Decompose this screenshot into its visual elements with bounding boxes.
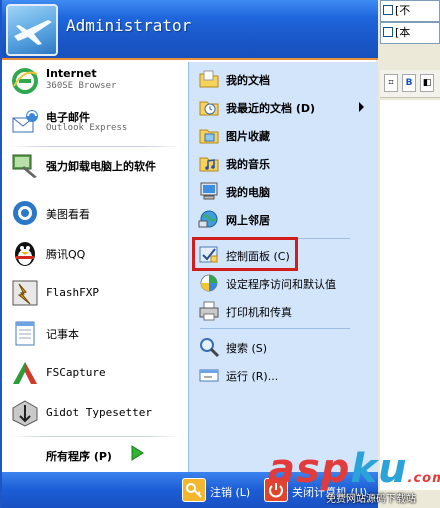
logoff-button[interactable]: 注销 (L) xyxy=(182,478,262,504)
pinned-item-email[interactable]: 电子邮件 Outlook Express xyxy=(6,104,186,144)
program-item-flashfxp[interactable]: FlashFXP xyxy=(6,274,186,312)
highlight-box xyxy=(192,237,298,271)
green-arrow-icon xyxy=(131,445,144,461)
qq-penguin-icon xyxy=(15,242,35,266)
my-pictures-icon xyxy=(199,129,219,144)
place-label: 图片收藏 xyxy=(226,130,270,143)
program-label: 强力卸载电脑上的软件 xyxy=(46,160,156,173)
divider xyxy=(200,328,350,329)
background-toolbar: ⌗ B ◧ xyxy=(380,70,440,98)
program-item-gidot[interactable]: Gidot Typesetter xyxy=(6,394,186,432)
key-icon xyxy=(182,478,206,502)
run-icon xyxy=(199,369,219,382)
tool-item-search[interactable]: 搜索 (S) xyxy=(194,334,372,360)
place-item-recent-documents[interactable]: 我最近的文档 (D) xyxy=(194,94,372,120)
place-item-network-places[interactable]: 网上邻居 xyxy=(194,206,372,232)
background-document-area xyxy=(380,100,440,490)
user-avatar[interactable] xyxy=(6,4,58,56)
my-music-icon xyxy=(199,157,219,172)
watermark-logo: aspku.com xyxy=(268,446,440,492)
system-item-program-access[interactable]: 设定程序访问和默认值 xyxy=(194,270,372,296)
tool-label: 搜索 (S) xyxy=(226,342,268,355)
place-label: 我的文档 xyxy=(226,74,270,87)
place-label: 网上邻居 xyxy=(226,214,270,227)
meitu-viewer-icon xyxy=(13,201,37,225)
program-item-notepad[interactable]: 记事本 xyxy=(6,314,186,352)
gidot-typesetter-icon xyxy=(12,400,38,427)
place-label: 我的电脑 xyxy=(226,186,270,199)
my-computer-icon xyxy=(200,182,218,200)
program-access-icon xyxy=(200,274,218,292)
pinned-name: Internet xyxy=(46,67,97,80)
recent-documents-icon xyxy=(199,101,219,116)
program-item-fscapture[interactable]: FSCapture xyxy=(6,354,186,392)
place-item-my-documents[interactable]: 我的文档 xyxy=(194,66,372,92)
screenshot-root: [不 [本 ⌗ B ◧ Administrator Internet 360SE… xyxy=(0,0,440,508)
program-label: 腾讯QQ xyxy=(46,248,86,261)
system-label: 打印机和传真 xyxy=(226,306,292,319)
place-label: 我最近的文档 (D) xyxy=(226,102,316,115)
program-label: FSCapture xyxy=(46,366,106,379)
tool-item-run[interactable]: 运行 (R)... xyxy=(194,362,372,388)
logoff-label: 注销 (L) xyxy=(210,486,251,499)
my-documents-icon xyxy=(199,70,219,88)
program-item-uninstaller[interactable]: 强力卸载电脑上的软件 xyxy=(6,146,186,184)
checkbox-icon[interactable] xyxy=(383,5,393,15)
network-places-icon xyxy=(198,210,218,228)
program-item-meitu[interactable]: 美图看看 xyxy=(6,194,186,232)
background-checkbox-row-2[interactable]: [本 xyxy=(380,22,440,44)
search-icon xyxy=(200,338,220,358)
pinned-sub: Outlook Express xyxy=(46,123,128,133)
start-menu: Administrator Internet 360SE Browser 电子邮… xyxy=(0,0,378,508)
ie-browser-icon xyxy=(12,68,38,94)
program-label: 记事本 xyxy=(46,328,79,341)
airplane-icon xyxy=(14,20,52,45)
system-item-printers[interactable]: 打印机和传真 xyxy=(194,298,372,324)
background-checkbox-row-1[interactable]: [不 xyxy=(380,0,440,22)
place-item-my-computer[interactable]: 我的电脑 xyxy=(194,178,372,204)
watermark-subtitle: 免费网站源码下载站 xyxy=(326,494,416,505)
uninstaller-icon xyxy=(12,154,37,178)
program-label: Gidot Typesetter xyxy=(46,406,152,419)
site-watermark: aspku.com 免费网站源码下载站 xyxy=(262,446,440,508)
outlook-express-icon xyxy=(12,110,38,133)
toolbar-icon[interactable]: B xyxy=(402,74,416,92)
fscapture-icon xyxy=(13,362,37,384)
notepad-icon xyxy=(15,321,35,346)
toolbar-icon[interactable]: ⌗ xyxy=(384,74,398,92)
tool-label: 运行 (R)... xyxy=(226,370,279,383)
divider xyxy=(10,436,180,437)
submenu-arrow-icon xyxy=(359,102,364,112)
all-programs-button[interactable]: 所有程序 (P) xyxy=(6,440,186,468)
start-menu-header: Administrator xyxy=(2,0,378,60)
program-label: FlashFXP xyxy=(46,286,99,299)
pinned-sub: 360SE Browser xyxy=(46,81,117,91)
all-programs-label: 所有程序 (P) xyxy=(46,450,112,463)
place-label: 我的音乐 xyxy=(226,158,270,171)
toolbar-icon[interactable]: ◧ xyxy=(420,74,434,92)
user-name: Administrator xyxy=(66,16,192,35)
place-item-my-pictures[interactable]: 图片收藏 xyxy=(194,122,372,148)
checkbox-icon[interactable] xyxy=(383,27,393,37)
pinned-item-internet[interactable]: Internet 360SE Browser xyxy=(6,62,186,102)
system-label: 设定程序访问和默认值 xyxy=(226,278,336,291)
program-item-qq[interactable]: 腾讯QQ xyxy=(6,234,186,272)
program-label: 美图看看 xyxy=(46,208,90,221)
flashfxp-icon xyxy=(12,280,38,306)
printers-icon xyxy=(199,301,219,321)
place-item-my-music[interactable]: 我的音乐 xyxy=(194,150,372,176)
